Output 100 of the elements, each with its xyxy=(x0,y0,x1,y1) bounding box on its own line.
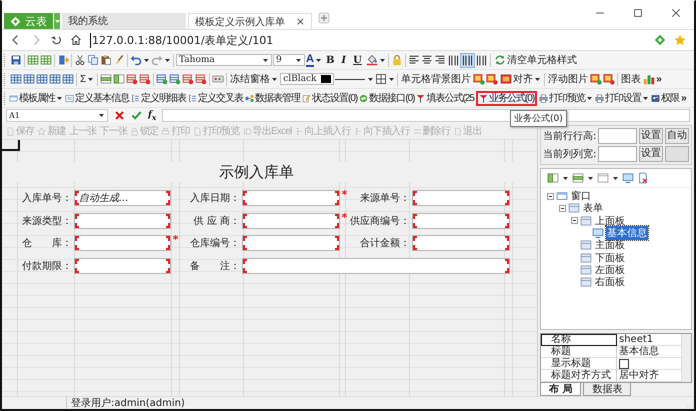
table-delete-icon[interactable] xyxy=(195,73,208,85)
function-button[interactable]: f$_{x}$ xyxy=(148,110,156,122)
property-value[interactable]: 居中对齐 xyxy=(619,370,659,382)
align-center-icon[interactable] xyxy=(420,54,433,66)
toolbar-button[interactable]: 业务公式(0) xyxy=(476,90,538,106)
table-icon[interactable] xyxy=(40,54,52,66)
home-icon[interactable] xyxy=(70,34,82,46)
caret-icon[interactable] xyxy=(368,78,374,80)
delete-icon[interactable] xyxy=(637,172,649,184)
auto-button[interactable]: 自动 xyxy=(665,128,689,144)
plus-icon[interactable] xyxy=(318,12,330,24)
copy-icon[interactable] xyxy=(87,54,99,66)
caret-icon[interactable] xyxy=(535,78,540,80)
caret-icon[interactable] xyxy=(57,96,62,100)
toolbar-button[interactable]: 模板属性 xyxy=(9,90,63,106)
image-delete-icon[interactable] xyxy=(603,73,616,85)
font-select[interactable]: Tahoma xyxy=(176,54,272,66)
property-name[interactable]: 标题 xyxy=(541,346,617,358)
size-select[interactable]: 9 xyxy=(273,54,305,66)
image-delete-icon[interactable] xyxy=(486,73,498,85)
sum-button[interactable]: Σ xyxy=(79,72,96,86)
browser-tab[interactable]: 我的系统 xyxy=(62,13,186,29)
input-field[interactable] xyxy=(598,128,637,144)
more-button[interactable]: » xyxy=(656,74,662,84)
column-icon[interactable] xyxy=(547,172,559,184)
image-add-icon[interactable] xyxy=(473,73,486,85)
table-icon[interactable] xyxy=(27,54,39,66)
caret-icon[interactable] xyxy=(88,78,94,80)
property-name[interactable]: 名称 xyxy=(541,334,617,346)
input-field[interactable]: 自动生成... xyxy=(74,190,171,206)
input-field[interactable] xyxy=(412,212,510,229)
line-style-select[interactable] xyxy=(335,78,374,80)
vertical-align-icon[interactable] xyxy=(446,54,460,66)
underline-button[interactable]: U xyxy=(350,54,365,66)
table-icon[interactable] xyxy=(62,73,74,85)
maximize-icon[interactable] xyxy=(632,7,644,19)
vertical-align-icon[interactable] xyxy=(474,54,488,66)
table-icon[interactable] xyxy=(23,73,35,85)
column-icon[interactable] xyxy=(113,73,126,85)
property-value[interactable]: sheet1 xyxy=(619,334,654,346)
caret-icon[interactable] xyxy=(263,58,268,62)
toolbar-button[interactable]: 状态设置(0) xyxy=(302,90,358,106)
caret-icon[interactable] xyxy=(99,114,104,117)
checkbox[interactable] xyxy=(619,358,629,368)
caret-icon[interactable] xyxy=(588,176,593,180)
image-add-icon[interactable] xyxy=(590,73,602,85)
input-field[interactable] xyxy=(74,212,171,229)
property-name[interactable]: 显示标题 xyxy=(541,358,617,370)
tree-item[interactable]: 下面板 xyxy=(594,250,626,265)
float-image-button[interactable]: 浮动图片 xyxy=(547,72,590,86)
panel-tab[interactable]: 布 局 xyxy=(540,383,582,396)
toolbar-button[interactable]: 打印预览 xyxy=(539,90,594,106)
caret-icon[interactable] xyxy=(144,58,149,62)
bar-chart-icon[interactable] xyxy=(643,73,656,85)
scrollbar[interactable] xyxy=(681,334,691,382)
input-field[interactable] xyxy=(598,146,637,162)
check-icon[interactable] xyxy=(131,110,142,121)
clear-format-button[interactable]: 清空单元格样式 xyxy=(492,52,578,68)
caret-icon[interactable] xyxy=(165,58,170,62)
toolbar-button[interactable]: 定义明细表 xyxy=(131,90,186,106)
tree-item[interactable]: 左面板 xyxy=(594,262,626,277)
italic-button[interactable]: I xyxy=(338,54,350,66)
scissors-icon[interactable] xyxy=(74,54,86,66)
toolbar-button[interactable]: 数据接口(0) xyxy=(359,90,414,106)
vertical-align-icon[interactable] xyxy=(460,54,474,66)
clipboard-icon[interactable] xyxy=(100,54,112,66)
address-field[interactable]: 127.0.0.1:88/10001/表单定义/101 xyxy=(90,32,646,48)
input-field[interactable] xyxy=(74,235,171,252)
input-field[interactable] xyxy=(242,212,340,229)
cell-background-button[interactable]: 单元格背景图片 xyxy=(400,72,472,86)
set-button[interactable]: 设置 xyxy=(639,128,663,144)
table-icon[interactable] xyxy=(10,73,22,85)
chart-button[interactable]: 图表 xyxy=(620,72,642,86)
table-delete-icon[interactable] xyxy=(182,73,194,85)
property-name[interactable]: 标题对齐方式 xyxy=(541,370,617,382)
tree-item[interactable]: 窗口 xyxy=(570,189,592,204)
star-icon[interactable] xyxy=(674,34,686,46)
set-button[interactable]: 设置 xyxy=(639,146,663,162)
tree-item[interactable]: 主面板 xyxy=(594,238,626,252)
tree-item[interactable]: 上面板 xyxy=(594,214,626,228)
toolbar-button[interactable]: 权限 xyxy=(651,90,680,106)
reload-icon[interactable] xyxy=(50,34,62,46)
paint-bucket-icon[interactable] xyxy=(366,54,378,66)
caret-icon[interactable] xyxy=(296,58,301,62)
caret-icon[interactable] xyxy=(643,96,648,100)
more-button[interactable]: » xyxy=(681,92,686,104)
panel-icon[interactable] xyxy=(597,172,609,184)
input-field[interactable] xyxy=(412,235,510,252)
tree-item[interactable]: 右面板 xyxy=(594,275,626,290)
input-field[interactable] xyxy=(242,235,340,252)
collapse-icon[interactable] xyxy=(571,217,578,224)
bold-button[interactable]: B xyxy=(322,54,338,66)
caret-icon[interactable] xyxy=(587,96,592,100)
freeze-button[interactable]: 冻结窗格 xyxy=(229,72,280,86)
input-field[interactable] xyxy=(242,258,510,274)
caret-icon[interactable] xyxy=(389,78,394,80)
brush-icon[interactable] xyxy=(113,54,125,66)
collapse-icon[interactable] xyxy=(547,192,554,200)
caret-icon[interactable] xyxy=(563,176,568,180)
input-field[interactable] xyxy=(412,190,510,206)
